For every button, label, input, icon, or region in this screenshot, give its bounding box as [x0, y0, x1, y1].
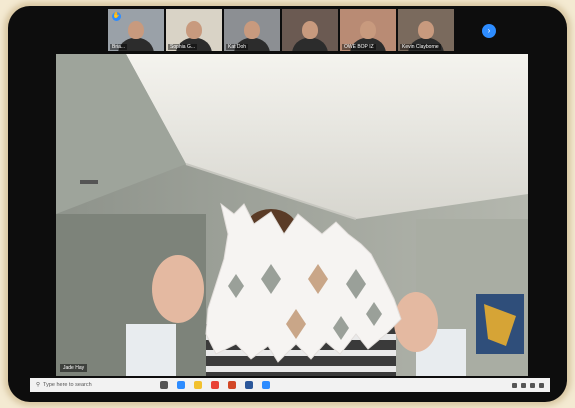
file-explorer-icon[interactable] — [194, 381, 202, 389]
participant-tile[interactable]: Sophia G... — [166, 9, 222, 51]
video-scene — [56, 54, 528, 376]
participant-tile[interactable]: Kevin Clayborne — [398, 9, 454, 51]
participant-name: Kat Doh — [226, 44, 249, 50]
participant-head — [418, 21, 434, 39]
next-participants-button[interactable]: › — [482, 24, 496, 38]
notifications-icon[interactable] — [539, 382, 544, 388]
participant-head — [244, 21, 260, 39]
task-view-icon[interactable] — [160, 381, 168, 389]
main-video: Jade Hay — [56, 54, 528, 376]
battery-icon[interactable] — [530, 382, 535, 388]
participant-name: Kevin Clayborne — [400, 44, 441, 50]
system-tray — [512, 382, 544, 388]
participant-head — [128, 21, 144, 39]
participant-name: OWE BOP IZ — [342, 44, 376, 50]
powerpoint-icon[interactable] — [228, 381, 236, 389]
windows-taskbar: ⚲ Type here to search — [30, 378, 550, 392]
raise-hand-icon[interactable]: ✋ — [112, 12, 121, 21]
participant-name: Sophia G... — [168, 44, 198, 50]
participant-tile[interactable]: Kat Doh — [224, 9, 280, 51]
search-placeholder: Type here to search — [43, 382, 92, 388]
search-icon: ⚲ — [36, 382, 41, 388]
word-icon[interactable] — [245, 381, 253, 389]
chrome-icon[interactable] — [211, 381, 219, 389]
taskbar-apps — [160, 381, 270, 389]
right-hand — [394, 292, 438, 352]
participant-head — [186, 21, 202, 39]
volume-icon[interactable] — [521, 382, 526, 388]
taskbar-search-box[interactable]: ⚲ Type here to search — [36, 380, 146, 390]
screenshot-frame: Bria... Sophia G... Kat Doh OWE BOP IZ Kevin… — [8, 6, 567, 402]
participant-head — [360, 21, 376, 39]
left-hand — [152, 255, 204, 323]
edge-icon[interactable] — [177, 381, 185, 389]
network-icon[interactable] — [512, 382, 517, 388]
participant-strip: Bria... Sophia G... Kat Doh OWE BOP IZ Kevin… — [108, 9, 454, 51]
speaker-name-label: Jade Hay — [60, 364, 88, 372]
participant-head — [302, 21, 318, 39]
participant-tile[interactable]: OWE BOP IZ — [340, 9, 396, 51]
participant-name: Bria... — [110, 44, 128, 50]
zoom-icon[interactable] — [262, 381, 270, 389]
participant-tile[interactable] — [282, 9, 338, 51]
